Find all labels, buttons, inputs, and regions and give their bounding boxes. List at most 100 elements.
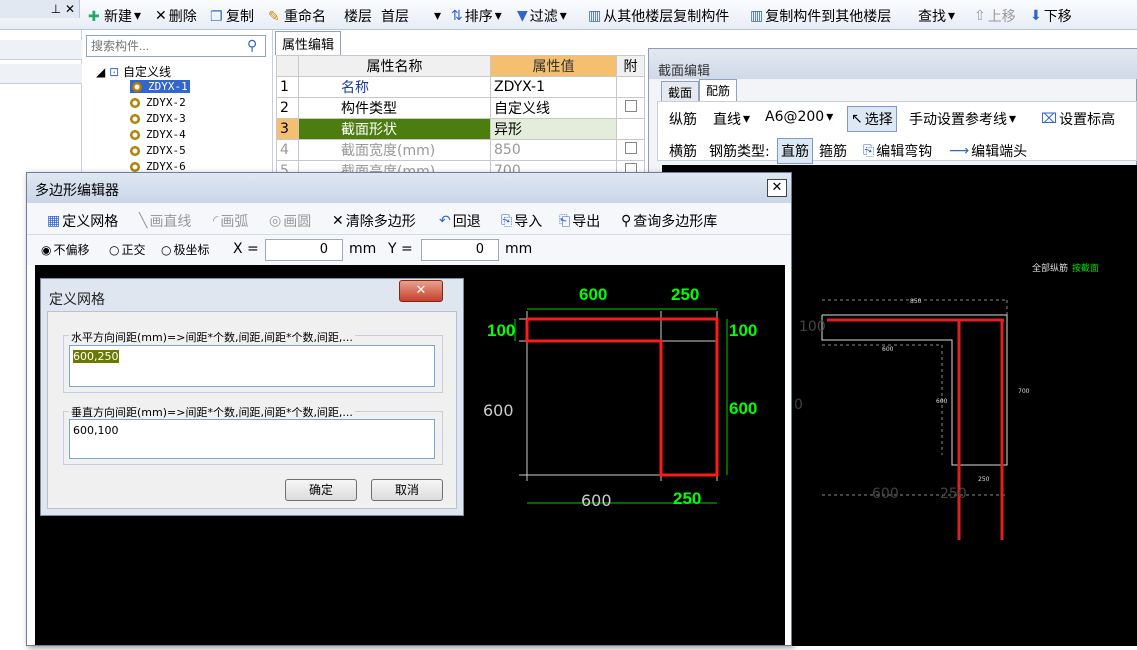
table-row[interactable]: 4 截面宽度(mm) 850 — [276, 139, 645, 161]
tree-item[interactable]: ZDYX-5 — [130, 144, 186, 157]
delete-button[interactable]: ✕ 删除 — [155, 6, 197, 26]
dim-label: 100 — [487, 321, 516, 340]
copy-button[interactable]: ❐ 复制 — [210, 6, 254, 26]
polygon-shape[interactable] — [525, 317, 719, 477]
radio-ortho[interactable]: ○ 正交 — [109, 241, 146, 258]
tie-button[interactable]: 箍筋 — [819, 141, 847, 161]
find-button[interactable]: 查找 ▾ — [918, 6, 955, 26]
new-button[interactable]: ✚ 新建 ▾ — [88, 6, 141, 26]
left-panel-row — [0, 40, 82, 60]
dim-label-top: 850 — [910, 298, 922, 305]
export-icon: ⎗ — [559, 213, 571, 229]
gear-icon — [130, 130, 140, 140]
close-button[interactable]: ✕ — [399, 280, 443, 302]
section-title: 截面编辑 — [658, 64, 711, 79]
tree-item[interactable]: ZDYX-1 — [130, 80, 190, 93]
rebar-spec-select[interactable]: A6@200 ▾ — [765, 109, 841, 125]
rebar-annotation: 全部纵筋 — [1032, 262, 1068, 274]
undo-icon: ↶ — [439, 213, 451, 229]
custom-line-icon: ⊡ — [109, 65, 120, 79]
straight-rebar-button[interactable]: 直筋 — [777, 138, 813, 164]
gear-icon — [132, 82, 142, 92]
set-height-button[interactable]: ⌧ 设置标高 — [1041, 109, 1115, 129]
sort-icon: ⇅ — [451, 8, 463, 24]
undo-button[interactable]: ↶ 回退 — [439, 211, 481, 231]
dim-label: 600 — [729, 399, 758, 418]
tree-item[interactable]: ZDYX-4 — [130, 128, 186, 141]
stirrup-button[interactable]: 横筋 — [669, 141, 697, 161]
table-row[interactable]: 1 名称 ZDYX-1 — [276, 76, 645, 98]
copy-icon: ❐ — [210, 9, 223, 25]
radio-icon: ○ — [109, 242, 120, 257]
table-row[interactable]: 2 构件类型 自定义线 — [276, 97, 645, 119]
define-grid-button[interactable]: ▦ 定义网格 — [47, 211, 118, 231]
tree-root[interactable]: ◢ ⊡ 自定义线 — [96, 63, 171, 80]
rebar-annotation-by-section: 按截面 — [1072, 262, 1099, 274]
x-input[interactable]: 0 — [265, 239, 343, 261]
edit-hook-button[interactable]: ⎘ 编辑弯钩 — [863, 141, 932, 161]
cancel-button[interactable]: 取消 — [371, 479, 443, 501]
radio-checked-icon: ◉ — [41, 242, 52, 257]
main-toolbar: ⊥ ✕ ✚ 新建 ▾ ✕ 删除 ❐ 复制 ✎ 重命名 楼层 首层 ▾ ⇅ 排序 ▾ ▼ 过滤 ▾ ▥… — [0, 0, 1137, 30]
floor-label: 楼层 — [344, 9, 372, 25]
dim-label: 250 — [978, 476, 990, 483]
select-button[interactable]: ↖ 选择 — [847, 106, 897, 132]
query-library-button[interactable]: ⚲ 查询多边形库 — [621, 211, 717, 231]
dim-label: 100 — [729, 321, 758, 340]
grid-lines — [519, 311, 718, 481]
radio-icon: ○ — [161, 242, 172, 257]
tree-item[interactable]: ZDYX-3 — [130, 112, 186, 125]
copy-to-floor-button[interactable]: ▥ 复制构件到其他楼层 — [750, 6, 891, 26]
dim-lines — [822, 299, 1008, 496]
manual-ref-line-select[interactable]: 手动设置参考线 ▾ — [909, 109, 1016, 129]
y-input[interactable]: 0 — [421, 239, 499, 261]
tab-section[interactable]: 截面 — [661, 81, 700, 103]
clear-polygon-button[interactable]: ✕ 清除多边形 — [332, 211, 416, 231]
close-button[interactable]: ✕ — [767, 179, 787, 197]
horizontal-spacing-input[interactable]: 600,250 — [69, 345, 435, 387]
search-input[interactable] — [86, 35, 266, 57]
end-icon: ⟶ — [949, 143, 970, 159]
draw-arc-button[interactable]: ◜ 画弧 — [213, 211, 248, 231]
filter-button[interactable]: ▼ 过滤 ▾ — [517, 6, 567, 26]
dim-label: 250 — [673, 489, 702, 508]
x-label: X = — [233, 241, 259, 257]
export-button[interactable]: ⎗ 导出 — [559, 211, 600, 231]
import-button[interactable]: ⎘ 导入 — [501, 211, 542, 231]
line-select[interactable]: 直线 ▾ — [713, 109, 750, 129]
cursor-icon: ↖ — [851, 111, 863, 127]
dialog-title: 定义网格 — [49, 292, 105, 308]
rename-button[interactable]: ✎ 重命名 — [268, 6, 326, 26]
search-icon[interactable]: ⚲ — [247, 38, 257, 54]
ok-button[interactable]: 确定 — [285, 479, 357, 501]
long-rebar-button[interactable]: 纵筋 — [669, 109, 697, 129]
clear-icon: ✕ — [332, 213, 344, 229]
gear-icon — [130, 162, 140, 172]
draw-circle-button[interactable]: ◎ 画圆 — [269, 211, 311, 231]
close-icon: ✕ — [415, 283, 427, 298]
arrow-down-icon: ⬇ — [1030, 8, 1042, 24]
radio-polar[interactable]: ○ 极坐标 — [161, 241, 210, 258]
table-row[interactable]: 3 截面形状 异形 — [276, 118, 645, 140]
checkbox[interactable] — [624, 142, 637, 154]
arrow-up-icon: ⇧ — [974, 8, 986, 24]
panel-pin-close[interactable]: ⊥ ✕ — [0, 0, 80, 18]
radio-no-offset[interactable]: ◉ 不偏移 — [41, 241, 90, 258]
define-grid-dialog: 定义网格 ✕ 水平方向间距(mm)=>间距*个数,间距,间距*个数,间距,...… — [40, 278, 464, 516]
tree-item[interactable]: ZDYX-2 — [130, 96, 186, 109]
dim-label: 600 — [936, 398, 948, 405]
gear-icon — [130, 146, 140, 156]
sort-button[interactable]: ⇅ 排序 ▾ — [451, 6, 502, 26]
vertical-spacing-input[interactable]: 600,100 — [69, 419, 435, 459]
tab-rebar[interactable]: 配筋 — [699, 79, 738, 101]
edit-end-button[interactable]: ⟶ 编辑端头 — [949, 141, 1027, 161]
checkbox[interactable] — [624, 100, 637, 112]
floor-select[interactable]: 首层 ▾ — [381, 6, 441, 26]
move-up-button[interactable]: ⇧ 上移 — [974, 6, 1016, 26]
move-down-button[interactable]: ⬇ 下移 — [1030, 6, 1072, 26]
draw-line-button[interactable]: ╲ 画直线 — [139, 211, 191, 231]
circle-icon: ◎ — [269, 213, 282, 229]
dim-label: 600 — [581, 491, 612, 510]
copy-from-floor-button[interactable]: ▥ 从其他楼层复制构件 — [588, 6, 729, 26]
tab-property-edit[interactable]: 属性编辑 — [275, 31, 342, 55]
